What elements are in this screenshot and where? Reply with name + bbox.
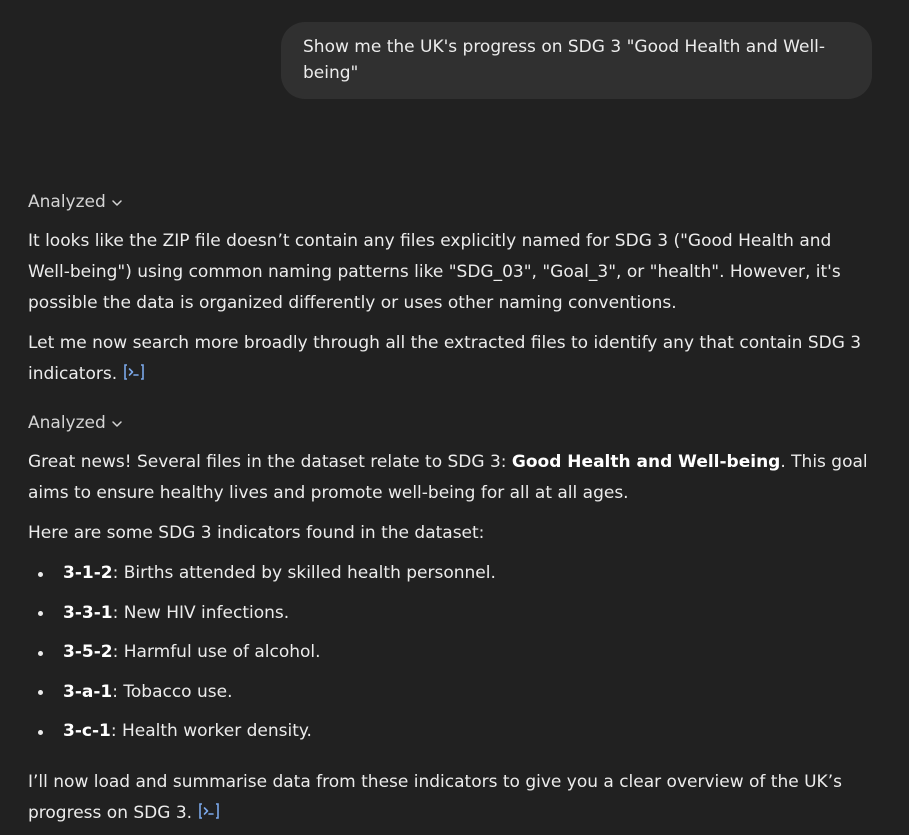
analyzed-toggle-1[interactable]: Analyzed — [28, 188, 878, 216]
list-item: 3-c-1: Health worker density. — [28, 716, 878, 756]
assistant-paragraph-5: I’ll now load and summarise data from th… — [28, 767, 878, 829]
chevron-down-icon — [110, 417, 124, 431]
assistant-paragraph-2-text: Let me now search more broadly through a… — [28, 333, 862, 384]
assistant-message: Analyzed It looks like the ZIP file does… — [28, 188, 878, 835]
code-interpreter-icon[interactable] — [198, 802, 220, 820]
indicator-description: : Health worker density. — [110, 721, 312, 741]
indicator-description: : New HIV infections. — [112, 602, 290, 623]
assistant-paragraph-2: Let me now search more broadly through a… — [28, 328, 878, 390]
code-interpreter-icon[interactable] — [123, 363, 145, 381]
bullet-icon — [38, 611, 43, 616]
bullet-icon — [38, 729, 43, 735]
analyzed-toggle-2[interactable]: Analyzed — [28, 409, 878, 437]
chevron-down-icon — [110, 196, 124, 210]
paragraph-3-prefix: Great news! Several files in the dataset… — [28, 452, 512, 472]
bullet-icon — [38, 690, 43, 695]
indicator-description: : Harmful use of alcohol. — [112, 642, 321, 662]
list-item: 3-a-1: Tobacco use. — [28, 677, 878, 717]
analyzed-label: Analyzed — [28, 191, 106, 212]
indicator-description: : Tobacco use. — [112, 681, 233, 702]
bullet-icon — [38, 571, 43, 577]
indicator-description: : Births attended by skilled health pers… — [112, 563, 496, 583]
chat-page: Show me the UK's progress on SDG 3 "Good… — [0, 0, 909, 835]
assistant-paragraph-4: Here are some SDG 3 indicators found in … — [28, 523, 485, 543]
user-message-bubble: Show me the UK's progress on SDG 3 "Good… — [281, 22, 872, 99]
list-item: 3-5-2: Harmful use of alcohol. — [28, 637, 878, 677]
indicator-code: 3-a-1 — [63, 681, 113, 702]
indicator-code: 3-1-2 — [63, 563, 113, 583]
list-item: 3-3-1: New HIV infections. — [28, 598, 878, 638]
assistant-paragraph-5-text: I’ll now load and summarise data from th… — [28, 771, 842, 823]
bullet-icon — [38, 650, 43, 656]
goal-name-bold: Good Health and Well-being — [511, 452, 781, 472]
user-message-line-1: Show me the UK's progress on SDG 3 "Good… — [303, 37, 826, 57]
assistant-paragraph-3: Great news! Several files in the dataset… — [28, 447, 878, 509]
list-item: 3-1-2: Births attended by skilled health… — [28, 558, 878, 598]
assistant-paragraph-1: It looks like the ZIP file doesn’t conta… — [28, 231, 841, 313]
indicator-code: 3-5-2 — [63, 642, 113, 662]
indicator-code: 3-c-1 — [63, 721, 111, 741]
indicator-list-wrapper: 3-1-2: Births attended by skilled health… — [28, 558, 878, 756]
user-message-line-2: being" — [303, 63, 359, 83]
indicator-code: 3-3-1 — [63, 602, 113, 623]
indicator-list: 3-1-2: Births attended by skilled health… — [28, 558, 878, 756]
analyzed-label: Analyzed — [28, 412, 106, 433]
